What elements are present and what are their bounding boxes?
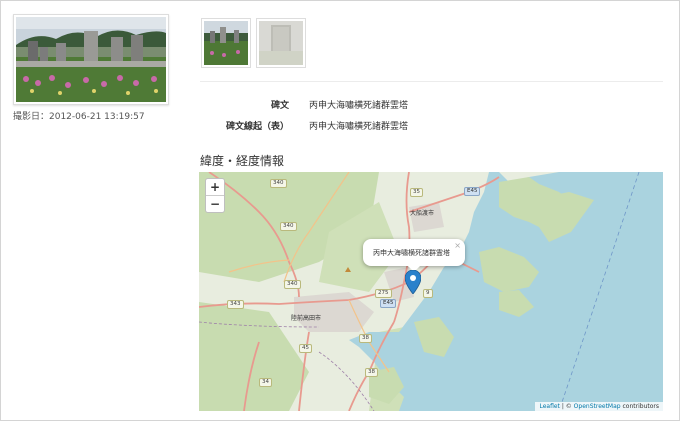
memorial-photo-image — [16, 17, 166, 102]
route-shield: 34 — [259, 378, 272, 387]
map-marker-icon[interactable] — [405, 270, 421, 294]
thumbnail-1-image — [204, 21, 248, 65]
thumbnail-2[interactable] — [256, 18, 306, 68]
route-shield: 35 — [410, 188, 423, 197]
location-map[interactable]: 大船渡市 陸前高田市 340 340 343 340 45 38 38 34 9… — [199, 172, 663, 411]
info-label: 碑文 — [270, 101, 289, 111]
osm-link[interactable]: OpenStreetMap — [574, 403, 621, 410]
info-label: 碑文線起（表） — [225, 122, 289, 132]
map-place-ofunato: 大船渡市 — [410, 210, 435, 217]
route-shield: 340 — [280, 222, 297, 231]
map-popup: 丙申大海嘯横死諸群霊塔 × — [363, 239, 465, 272]
route-shield: 343 — [227, 300, 244, 309]
popup-text: 丙申大海嘯横死諸群霊塔 — [373, 249, 450, 257]
page-frame: 撮影日：2012-06-21 13:19:57 碑文 丙申大海嘯横死諸群霊塔 碑… — [0, 0, 680, 421]
expressway-shield: E45 — [380, 299, 397, 308]
route-shield: 38 — [365, 368, 378, 377]
info-value: 丙申大海嘯横死諸群霊塔 — [309, 101, 409, 111]
zoom-out-button[interactable]: − — [206, 195, 224, 212]
section-divider — [200, 81, 663, 82]
route-shield: 340 — [270, 179, 287, 188]
route-shield: 45 — [299, 344, 312, 353]
popup-close-button[interactable]: × — [454, 241, 461, 250]
attribution-tail: contributors — [620, 403, 660, 410]
route-shield: 340 — [284, 280, 301, 289]
map-zoom-control: + − — [205, 178, 225, 213]
info-value: 丙申大海嘯横死諸群霊塔 — [309, 122, 409, 132]
route-shield: 9 — [423, 289, 433, 298]
main-photo[interactable] — [13, 14, 169, 105]
map-section-title: 緯度・経度情報 — [200, 154, 285, 168]
thumbnail-1[interactable] — [201, 18, 251, 68]
expressway-shield: E45 — [464, 187, 481, 196]
route-shield: 275 — [375, 289, 392, 298]
map-attribution: Leaflet | © OpenStreetMap contributors — [535, 402, 663, 411]
thumbnail-2-image — [259, 21, 303, 65]
route-shield: 38 — [359, 334, 372, 343]
zoom-in-button[interactable]: + — [206, 179, 224, 195]
attribution-separator: | © — [559, 403, 574, 410]
photo-date: 撮影日：2012-06-21 13:19:57 — [13, 112, 145, 122]
map-place-rikuzentakata: 陸前高田市 — [291, 315, 322, 322]
leaflet-link[interactable]: Leaflet — [539, 403, 559, 410]
